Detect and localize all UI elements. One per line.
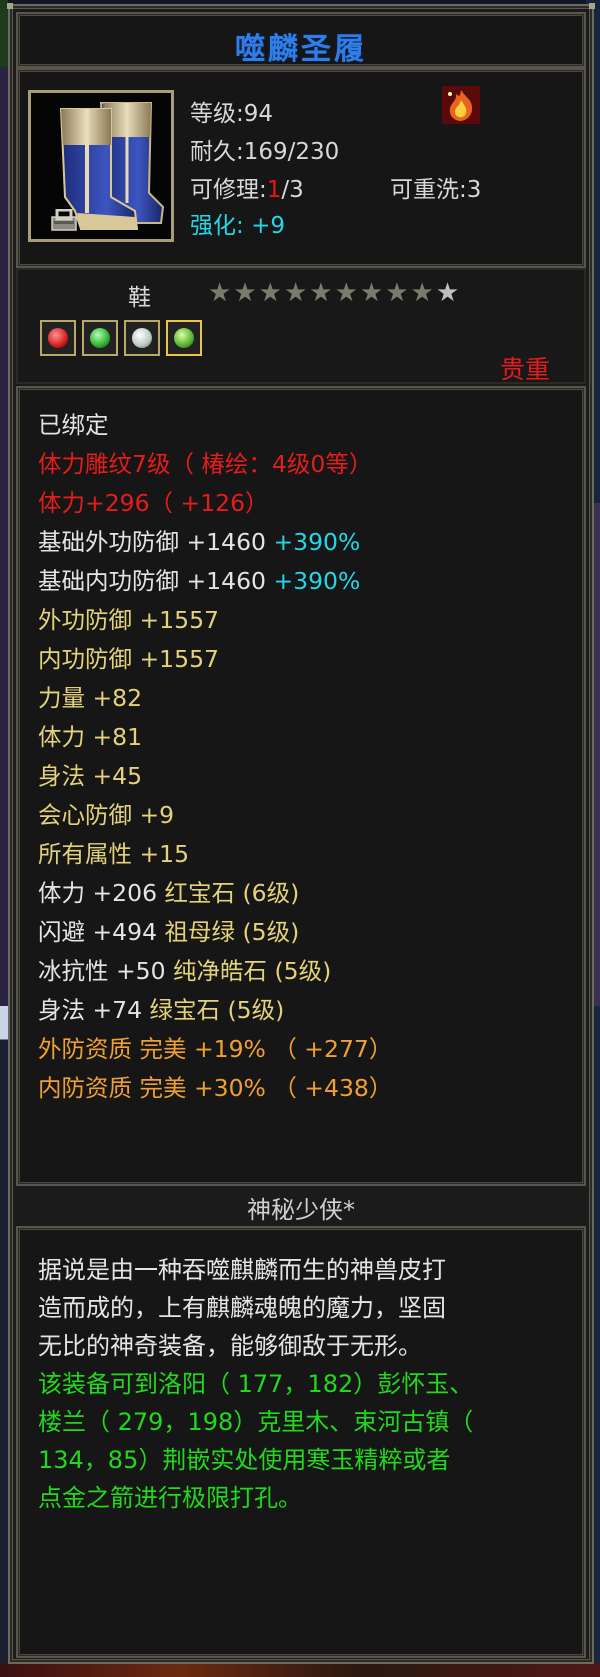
item-durability: 耐久:169/230 [190, 139, 340, 165]
description-panel: 据说是由一种吞噬麒麟而生的神兽皮打 造而成的，上有麒麟魂魄的魔力，坚固 无比的神奇装… [16, 1226, 586, 1658]
bound-lock-icon [51, 209, 77, 231]
item-tooltip: 噬麟圣履 等级:94 耐久:169/230 可修理:1/3 可重洗:3 强化: … [7, 3, 595, 1664]
title-panel: 噬麟圣履 [16, 12, 586, 68]
background-scene-bottom [0, 1663, 600, 1677]
attribute-text: 祖母绿 (5级) [164, 918, 300, 946]
star-icon: ★ [359, 278, 384, 308]
attribute-line: 冰抗性 +50 纯净皓石 (5级) [38, 956, 331, 986]
attribute-line: 外防资质 完美 +19% （ +277） [38, 1034, 392, 1064]
star-icon: ★ [233, 278, 257, 308]
frame-corner [589, 3, 595, 9]
attribute-text: 冰抗性 +50 [38, 957, 174, 985]
equipment-type: 鞋 [128, 285, 151, 311]
attributes-panel: 已绑定体力雕纹7级（ 椿绘：4级0等） 体力+296（ +126） 基础外功防御 +… [16, 386, 586, 1186]
description-line: 造而成的，上有麒麟魂魄的魔力，坚固 [38, 1294, 446, 1322]
description-line: 楼兰（ 279，198）克里木、束河古镇（ [38, 1408, 474, 1436]
attribute-line: 内防资质 完美 +30% （ +438） [38, 1073, 392, 1103]
red-gem-icon [40, 320, 76, 356]
attribute-line: 内功防御 +1557 [38, 644, 219, 674]
description-line: 据说是由一种吞噬麒麟而生的神兽皮打 [38, 1256, 446, 1284]
item-icon [28, 90, 174, 242]
attribute-text: 外防资质 完美 +19% （ +277） [38, 1035, 393, 1063]
attribute-line: 身法 +45 [38, 761, 142, 791]
attribute-line: 体力雕纹7级（ 椿绘：4级0等） [38, 449, 372, 479]
gem-sockets [40, 320, 202, 356]
star-icon: ★ [410, 278, 434, 308]
star-icon: ★ [435, 278, 460, 308]
attribute-text: 基础外功防御 +1460 [38, 528, 274, 556]
attribute-line: 身法 +74 绿宝石 (5级) [38, 995, 284, 1025]
attribute-text: 身法 +74 [38, 996, 150, 1024]
attribute-line: 闪避 +494 祖母绿 (5级) [38, 917, 299, 947]
attribute-line: 基础外功防御 +1460 +390% [38, 527, 360, 557]
rewash-count: 可重洗:3 [390, 177, 482, 203]
attribute-text: 闪避 +494 [38, 918, 165, 946]
description-line: 点金之箭进行极限打孔。 [38, 1484, 302, 1512]
attribute-line: 体力 +81 [38, 722, 142, 752]
star-icon: ★ [283, 278, 308, 308]
attribute-text: 已绑定 [38, 411, 109, 439]
attribute-text: 内功防御 +1557 [38, 645, 219, 673]
attribute-text: 绿宝石 (5级) [149, 996, 285, 1024]
white-gem-icon [124, 320, 160, 356]
green-gem-icon [82, 320, 118, 356]
attribute-text: 内防资质 完美 +30% （ +438） [38, 1074, 393, 1102]
attribute-line: 所有属性 +15 [38, 839, 189, 869]
attribute-text: 力量 +82 [38, 684, 143, 712]
attribute-line: 体力+296（ +126） [38, 488, 269, 518]
attribute-text: +390% [273, 528, 361, 556]
star-icon: ★ [385, 278, 409, 308]
crafter-name: 神秘少侠* [247, 1196, 355, 1224]
attribute-text: 身法 +45 [38, 762, 143, 790]
rarity-label: 贵重 [499, 355, 550, 384]
description-line: 该装备可到洛阳（ 177，182）彭怀玉、 [38, 1370, 474, 1398]
star-icon: ★ [208, 278, 232, 308]
attribute-text: 体力+296（ +126） [38, 489, 269, 517]
repair-count: 可修理:1/3 [190, 177, 304, 203]
attribute-text: 外功防御 +1557 [38, 606, 219, 634]
attribute-line: 外功防御 +1557 [38, 605, 219, 635]
star-icon: ★ [334, 278, 358, 308]
attribute-text: 纯净皓石 (5级) [173, 957, 332, 985]
star-icon: ★ [258, 278, 282, 308]
description-line: 无比的神奇装备，能够御敌于无形。 [38, 1332, 422, 1360]
attribute-text: 红宝石 (6级) [164, 879, 300, 907]
star-icon: ★ [309, 278, 333, 308]
attribute-text: 体力雕纹7级（ 椿绘：4级0等） [38, 450, 373, 478]
attribute-text: 会心防御 +9 [38, 801, 175, 829]
attribute-line: 已绑定 [38, 410, 109, 440]
attribute-line: 力量 +82 [38, 683, 142, 713]
star-rating: ★ ★ ★ ★ ★ ★ ★ ★ ★ ★ [208, 280, 459, 306]
fire-attribute-icon [442, 86, 480, 124]
attribute-text: 体力 +81 [38, 723, 143, 751]
enhance-level: 强化: +9 [190, 213, 285, 239]
item-name: 噬麟圣履 [235, 32, 367, 67]
background-scene-left [0, 0, 8, 1677]
header-panel: 等级:94 耐久:169/230 可修理:1/3 可重洗:3 强化: +9 [16, 68, 586, 268]
description-line: 134，85）荆嵌实处使用寒玉精粹或者 [38, 1446, 451, 1474]
jade-gem-icon [166, 320, 202, 356]
attribute-line: 体力 +206 红宝石 (6级) [38, 878, 299, 908]
attribute-text: 所有属性 +15 [38, 840, 190, 868]
item-level: 等级:94 [190, 101, 274, 127]
attribute-text: 体力 +206 [38, 879, 165, 907]
attribute-text: +390% [273, 567, 361, 595]
attribute-line: 会心防御 +9 [38, 800, 174, 830]
type-panel: 鞋 ★ ★ ★ ★ ★ ★ ★ ★ ★ ★ 贵重 [16, 268, 586, 384]
attribute-line: 基础内功防御 +1460 +390% [38, 566, 360, 596]
attribute-text: 基础内功防御 +1460 [38, 567, 274, 595]
frame-corner [7, 3, 13, 9]
